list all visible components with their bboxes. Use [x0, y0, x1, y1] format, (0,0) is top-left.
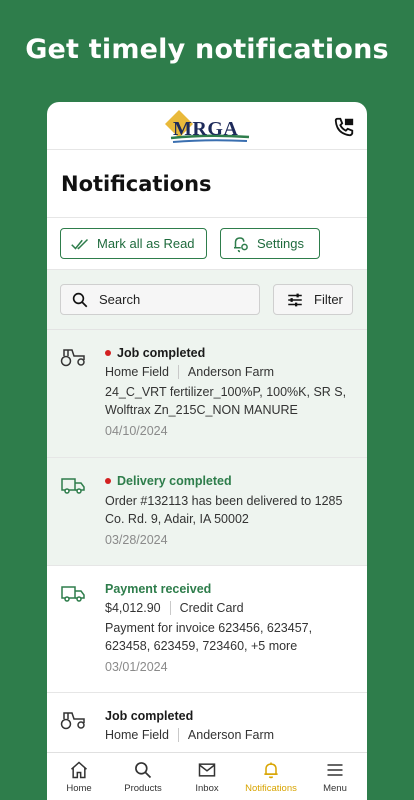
unread-dot — [105, 350, 111, 356]
truck-icon — [61, 478, 85, 494]
home-icon — [71, 761, 87, 779]
action-bar: Mark all as Read Settings — [47, 218, 367, 270]
meta-divider — [169, 601, 171, 615]
meta-divider — [177, 365, 179, 379]
notification-item[interactable]: Delivery completed Order #132113 has bee… — [47, 458, 367, 566]
bell-gear-icon — [234, 236, 248, 252]
phone-call-icon[interactable] — [333, 116, 355, 138]
notification-title: Job completed — [105, 709, 353, 723]
tractor-icon — [60, 349, 85, 367]
notification-item[interactable]: Job completed Home Field Anderson Farm — [47, 693, 367, 754]
payment-method: Credit Card — [179, 601, 244, 615]
filter-button[interactable]: Filter — [273, 284, 353, 315]
double-check-icon — [71, 238, 89, 250]
tab-label: Inbox — [195, 783, 219, 794]
notification-date: 03/01/2024 — [105, 660, 168, 674]
search-bar-area: Search Filter — [47, 270, 367, 330]
tab-label: Menu — [323, 783, 347, 794]
bottom-tab-bar: Home Products Inbox Notifications Menu — [47, 752, 367, 800]
search-placeholder: Search — [99, 292, 141, 307]
tab-home[interactable]: Home — [47, 753, 111, 800]
mark-all-read-label: Mark all as Read — [97, 236, 195, 251]
bell-icon — [264, 762, 278, 779]
search-input[interactable]: Search — [60, 284, 260, 315]
notification-meta: Home Field Anderson Farm — [105, 365, 353, 379]
farm-name: Anderson Farm — [187, 728, 275, 742]
notification-list: Job completed Home Field Anderson Farm 2… — [47, 330, 367, 754]
title-row: Notifications — [47, 150, 367, 218]
search-icon — [135, 762, 152, 779]
notification-item[interactable]: Payment received $4,012.90 Credit Card P… — [47, 566, 367, 693]
tab-label: Home — [66, 783, 92, 794]
notification-title-text: Payment received — [105, 582, 212, 596]
logo-text: MRGA — [173, 118, 239, 140]
notification-date: 04/10/2024 — [105, 424, 168, 438]
notification-title: Delivery completed — [105, 474, 353, 488]
notification-title-text: Job completed — [105, 709, 194, 723]
notification-title-text: Job completed — [117, 346, 206, 360]
mark-all-read-button[interactable]: Mark all as Read — [60, 228, 207, 259]
notification-title: Job completed — [105, 346, 353, 360]
tab-products[interactable]: Products — [111, 753, 175, 800]
mail-icon — [198, 763, 216, 777]
truck-icon — [61, 586, 85, 602]
mrga-logo: MRGA — [163, 108, 253, 146]
field-name: Home Field — [105, 728, 169, 742]
notification-body: Order #132113 has been delivered to 1285… — [105, 494, 343, 526]
farm-name: Anderson Farm — [187, 365, 275, 379]
notification-meta: Home Field Anderson Farm — [105, 728, 353, 742]
page-title: Notifications — [61, 172, 212, 196]
notification-meta: $4,012.90 Credit Card — [105, 601, 353, 615]
top-bar: MRGA — [47, 102, 367, 150]
unread-dot — [105, 478, 111, 484]
tab-menu[interactable]: Menu — [303, 753, 367, 800]
notification-body: 24_C_VRT fertilizer_100%P, 100%K, SR S, … — [105, 385, 347, 417]
settings-label: Settings — [257, 236, 304, 251]
notification-title-text: Delivery completed — [117, 474, 232, 488]
tab-label: Notifications — [245, 783, 297, 794]
notification-item[interactable]: Job completed Home Field Anderson Farm 2… — [47, 330, 367, 458]
tab-notifications[interactable]: Notifications — [239, 753, 303, 800]
meta-divider — [177, 728, 179, 742]
notification-date: 03/28/2024 — [105, 533, 168, 547]
sliders-icon — [288, 293, 302, 306]
search-icon — [72, 292, 88, 307]
phone-screen: MRGA Notifications Mark all as Read Sett… — [47, 102, 367, 800]
settings-button[interactable]: Settings — [220, 228, 320, 259]
filter-label: Filter — [314, 292, 343, 307]
field-name: Home Field — [105, 365, 169, 379]
tab-inbox[interactable]: Inbox — [175, 753, 239, 800]
payment-amount: $4,012.90 — [105, 601, 161, 615]
tractor-icon — [60, 712, 85, 730]
menu-icon — [327, 764, 343, 776]
notification-title: Payment received — [105, 582, 353, 596]
headline: Get timely notifications — [25, 34, 389, 65]
notification-body: Payment for invoice 623456, 623457, 6234… — [105, 621, 313, 653]
tab-label: Products — [124, 783, 162, 794]
